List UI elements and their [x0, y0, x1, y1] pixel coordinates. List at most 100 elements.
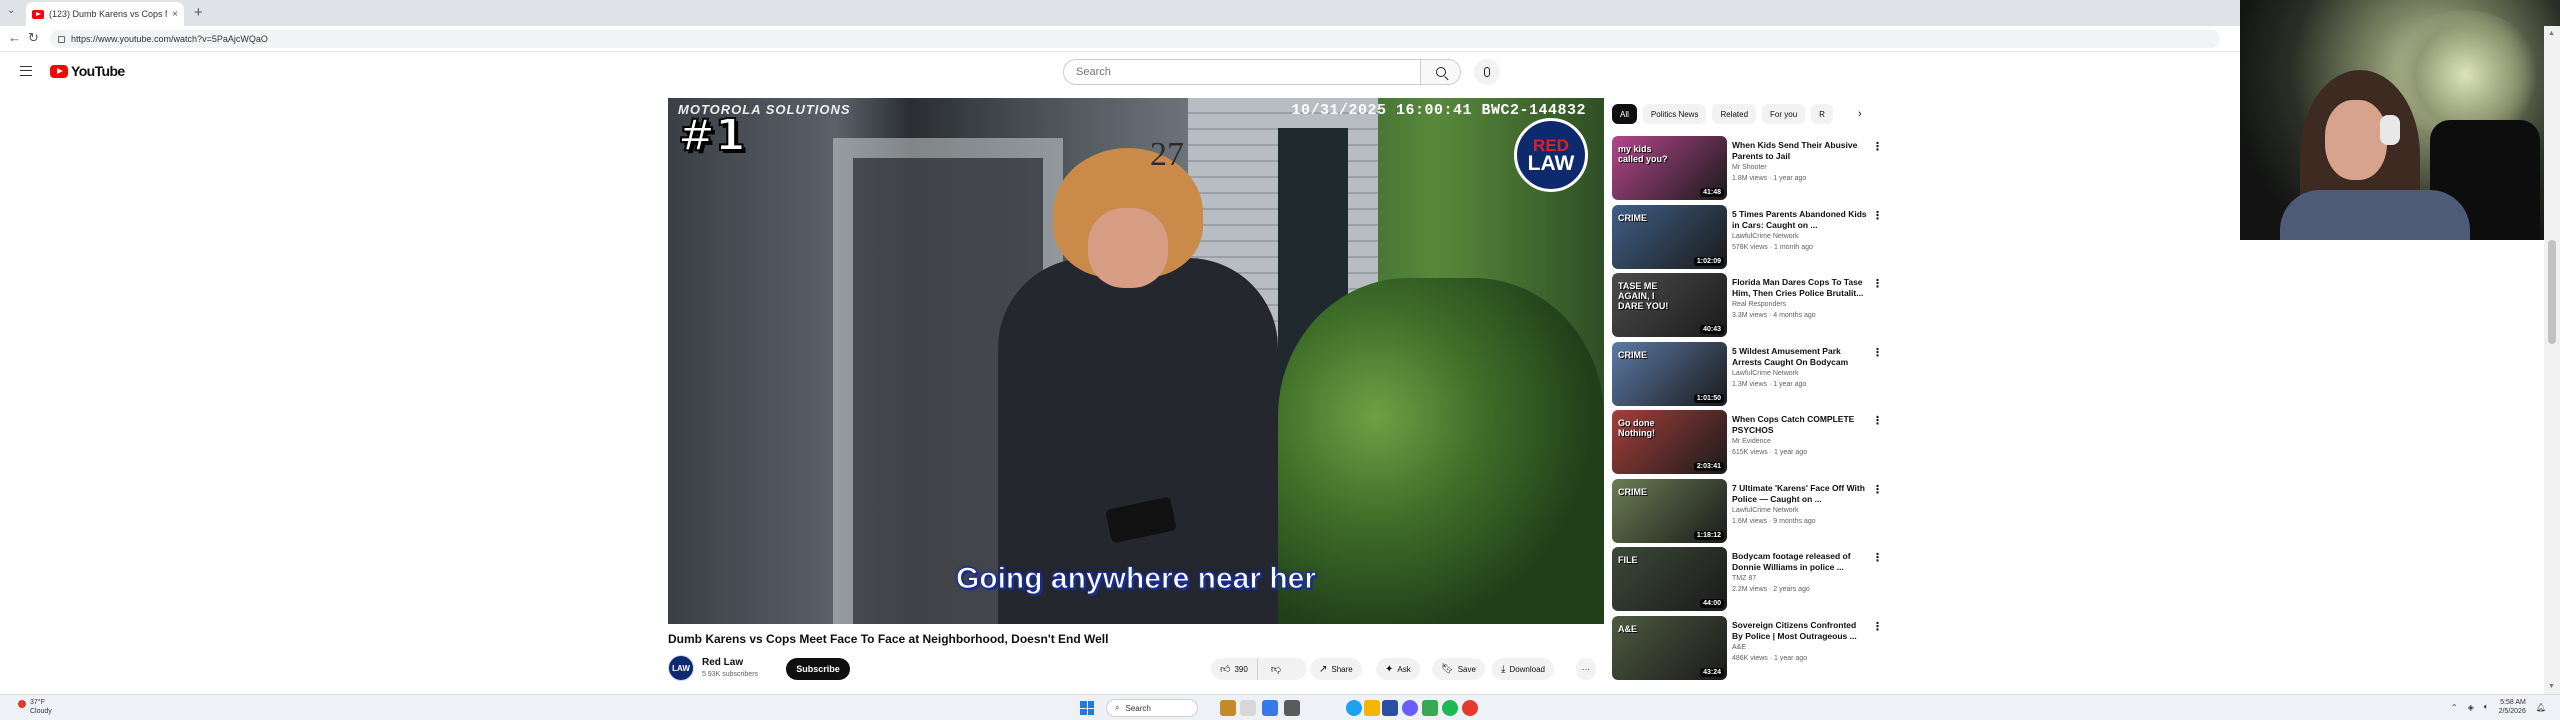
kebab-menu-icon[interactable]: ⋮	[1872, 414, 1883, 427]
chrome-icon[interactable]	[1462, 700, 1478, 716]
recommended-video-title[interactable]: Sovereign Citizens Confronted By Police …	[1732, 620, 1868, 642]
video-thumbnail[interactable]: my kids called you? 41:48	[1612, 136, 1727, 200]
ask-button[interactable]: ✦ Ask	[1376, 658, 1420, 680]
kebab-menu-icon[interactable]: ⋮	[1872, 209, 1883, 222]
video-thumbnail[interactable]: Go done Nothing! 2:03:41	[1612, 410, 1727, 474]
voice-search-button[interactable]	[1474, 59, 1500, 85]
site-info-icon[interactable]	[58, 35, 65, 43]
tab-list-chevron-icon[interactable]: ⌄	[7, 5, 15, 16]
scroll-up-arrow-icon[interactable]: ▲	[2548, 30, 2555, 37]
recommended-video[interactable]: FILE 44:00 Bodycam footage released of Don…	[1612, 547, 1883, 613]
download-button[interactable]: ⤓ Download	[1492, 658, 1554, 680]
like-button[interactable]: 👍︎ 390	[1211, 658, 1258, 680]
page-scrollbar[interactable]: ▲ ▼	[2544, 26, 2560, 694]
volume-icon[interactable]: 🔈︎	[2484, 702, 2489, 712]
recommended-video-title[interactable]: 7 Ultimate 'Karens' Face Off With Police…	[1732, 483, 1868, 505]
recommended-video[interactable]: CRIME 1:18:12 7 Ultimate 'Karens' Face Off…	[1612, 478, 1883, 545]
weather-widget[interactable]: 37°F Cloudy	[30, 698, 52, 716]
reload-icon[interactable]: ↻	[28, 30, 39, 46]
subscribe-button[interactable]: Subscribe	[786, 658, 850, 680]
kebab-menu-icon[interactable]: ⋮	[1872, 277, 1883, 290]
windows-start-icon[interactable]	[1080, 701, 1094, 715]
recommended-video-channel[interactable]: Real Responders	[1732, 301, 1786, 308]
filter-chip[interactable]: All	[1612, 104, 1637, 124]
share-button[interactable]: ↗ Share	[1310, 658, 1362, 680]
kebab-menu-icon[interactable]: ⋮	[1872, 483, 1883, 496]
taskbar-app-widget-icon[interactable]	[1220, 700, 1236, 716]
search-button[interactable]	[1421, 59, 1461, 85]
recommended-video-title[interactable]: Florida Man Dares Cops To Tase Him, Then…	[1732, 277, 1868, 299]
clock-time: 5:58 AM	[2500, 699, 2526, 706]
discord-icon[interactable]	[1402, 700, 1418, 716]
recommended-video-title[interactable]: 5 Wildest Amusement Park Arrests Caught …	[1732, 346, 1868, 368]
recommended-video-meta: 486K views · 1 year ago	[1732, 654, 1808, 662]
channel-name[interactable]: Red Law	[702, 657, 743, 668]
recommended-video-title[interactable]: When Kids Send Their Abusive Parents to …	[1732, 140, 1868, 162]
recommended-video[interactable]: CRIME 1:02:09 5 Times Parents Abandoned Ki…	[1612, 204, 1883, 271]
recommended-video-channel[interactable]: TMZ 87	[1732, 575, 1756, 582]
video-thumbnail[interactable]: CRIME 1:02:09	[1612, 204, 1727, 269]
tab-close-icon[interactable]: ×	[172, 9, 178, 20]
url-field[interactable]: https://www.youtube.com/watch?v=5PaAjcWQ…	[50, 30, 2220, 48]
thumbs-up-icon: 👍︎	[1220, 664, 1231, 675]
taskbar-app-icon[interactable]	[1240, 700, 1256, 716]
taskbar-app-icon[interactable]	[1262, 700, 1278, 716]
channel-avatar[interactable]: LAW	[668, 655, 694, 681]
task-view-icon[interactable]	[1284, 700, 1300, 716]
video-player[interactable]: 27 MOTOROLA SOLUTIONS 10/31/2025 16:00:4…	[668, 98, 1604, 624]
taskbar-app-icon[interactable]	[1422, 700, 1438, 716]
filter-chip[interactable]: Related	[1712, 104, 1757, 124]
guide-menu-icon[interactable]	[20, 66, 32, 76]
back-arrow-icon[interactable]: ←	[8, 30, 21, 46]
dislike-button[interactable]: 👎︎	[1262, 658, 1290, 680]
recommended-video[interactable]: my kids called you? 41:48 When Kids Send T…	[1612, 136, 1883, 202]
recommended-video-channel[interactable]: A&E	[1732, 644, 1746, 651]
taskbar-search[interactable]: ⌕ Search	[1106, 699, 1198, 717]
recommended-video-title[interactable]: When Cops Catch COMPLETE PSYCHOS	[1732, 414, 1868, 436]
network-icon[interactable]: ◈	[2468, 703, 2474, 712]
video-thumbnail[interactable]: CRIME 1:18:12	[1612, 478, 1727, 543]
taskbar-clock[interactable]: 5:58 AM 2/5/2026	[2499, 698, 2526, 716]
recommended-video-channel[interactable]: Mr Evidence	[1732, 438, 1771, 445]
recommended-video-channel[interactable]: Mr Shooter	[1732, 164, 1767, 171]
recommended-video-channel[interactable]: LawfulCrime Network	[1732, 233, 1799, 240]
recommended-video-title[interactable]: Bodycam footage released of Donnie Willi…	[1732, 551, 1868, 573]
save-button[interactable]: 🔖︎ Save	[1432, 658, 1485, 680]
weather-alert-icon[interactable]	[18, 700, 26, 708]
youtube-logo[interactable]: YouTube	[50, 63, 125, 79]
share-icon: ↗	[1319, 663, 1328, 675]
filter-chip[interactable]: Politics News	[1642, 104, 1707, 124]
recommended-video-channel[interactable]: LawfulCrime Network	[1732, 370, 1799, 377]
tray-chevron-icon[interactable]: ⌃	[2451, 703, 2458, 712]
chips-next-arrow-icon[interactable]: ›	[1858, 104, 1862, 124]
recommended-video-title[interactable]: 5 Times Parents Abandoned Kids in Cars: …	[1732, 209, 1868, 231]
taskbar-app-icon[interactable]	[1382, 700, 1398, 716]
video-thumbnail[interactable]: TASE ME AGAIN, I DARE YOU! 40:43	[1612, 273, 1727, 337]
scrollbar-thumb[interactable]	[2548, 240, 2556, 344]
kebab-menu-icon[interactable]: ⋮	[1872, 346, 1883, 359]
kebab-menu-icon[interactable]: ⋮	[1872, 140, 1883, 153]
video-thumbnail[interactable]: CRIME 1:01:50	[1612, 341, 1727, 406]
scroll-down-arrow-icon[interactable]: ▼	[2548, 683, 2555, 690]
recommended-video-channel[interactable]: LawfulCrime Network	[1732, 507, 1799, 514]
spotify-icon[interactable]	[1442, 700, 1458, 716]
filter-chip[interactable]: For you	[1762, 104, 1806, 124]
recommended-video[interactable]: CRIME 1:01:50 5 Wildest Amusement Park Arr…	[1612, 341, 1883, 408]
video-thumbnail[interactable]: A&E 43:24	[1612, 615, 1727, 680]
recommended-video[interactable]: Go done Nothing! 2:03:41 When Cops Catch C…	[1612, 410, 1883, 476]
more-actions-button[interactable]: ···	[1576, 658, 1596, 680]
filter-chip[interactable]: R	[1811, 104, 1833, 124]
new-tab-button[interactable]: +	[194, 5, 203, 20]
channel-watermark: RED LAW	[1514, 118, 1588, 192]
recommended-video[interactable]: A&E 43:24 Sovereign Citizens Confronted By…	[1612, 615, 1883, 682]
filter-chips: All Politics News Related For you R	[1612, 104, 1833, 124]
edge-browser-icon[interactable]	[1346, 700, 1362, 716]
search-input[interactable]	[1076, 66, 1420, 78]
notification-bell-icon[interactable]: 🔔︎	[2536, 703, 2546, 712]
browser-tab-active[interactable]: (123) Dumb Karens vs Cops M ×	[26, 2, 184, 26]
kebab-menu-icon[interactable]: ⋮	[1872, 551, 1883, 564]
kebab-menu-icon[interactable]: ⋮	[1872, 620, 1883, 633]
file-explorer-icon[interactable]	[1364, 700, 1380, 716]
recommended-video[interactable]: TASE ME AGAIN, I DARE YOU! 40:43 Florida M…	[1612, 273, 1883, 339]
video-thumbnail[interactable]: FILE 44:00	[1612, 547, 1727, 611]
